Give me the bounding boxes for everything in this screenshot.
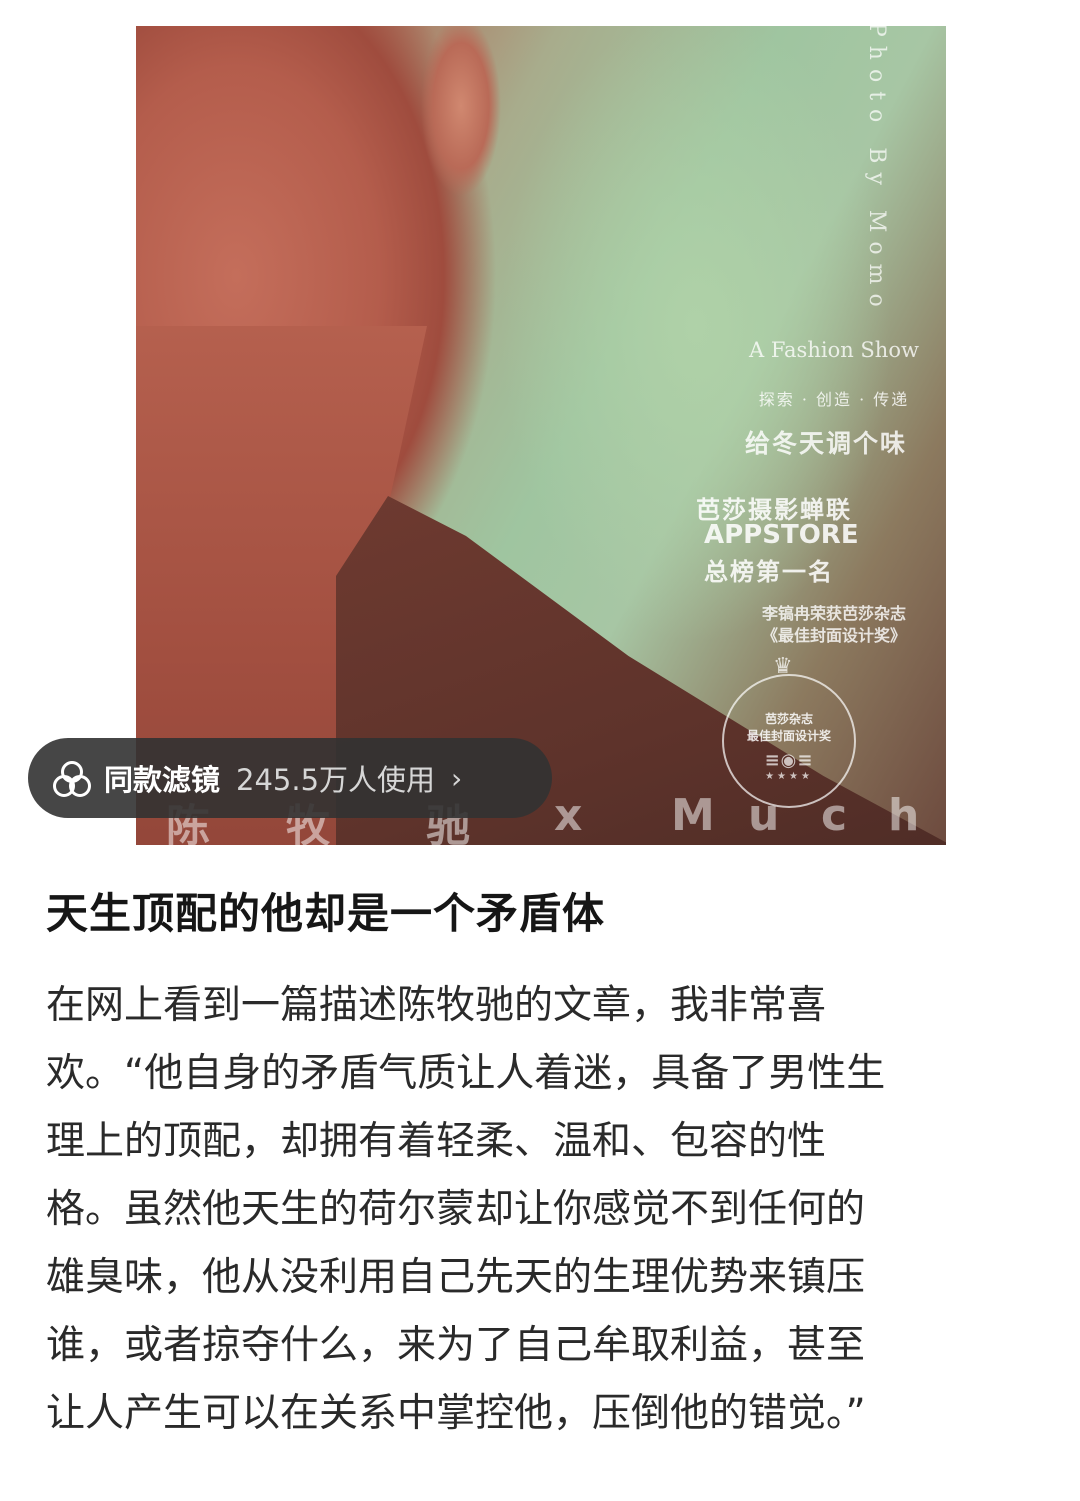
rank-line-2: APPSTORE (704, 520, 859, 550)
caption-char: x (554, 790, 583, 841)
post-photo[interactable]: Photo By Momo A Fashion Show 探索 · 创造 · 传… (136, 26, 946, 845)
article-line: 雄臭味，他从没利用自己先天的生理优势来镇压 (46, 1255, 866, 1300)
caption-char: c (821, 790, 848, 841)
filter-label: 同款滤镜 (104, 763, 221, 797)
award-line-2: 《最佳封面设计奖》 (761, 626, 906, 645)
article-title: 天生顶配的他却是一个矛盾体 (46, 889, 606, 938)
caption-char: h (888, 790, 920, 841)
caption-char: M (671, 790, 715, 841)
chevron-right-icon: › (451, 761, 463, 795)
article-line: 谁，或者掠夺什么，来为了自己牟取利益，甚至 (46, 1323, 866, 1368)
same-filter-button[interactable]: 同款滤镜 245.5万人使用 › (28, 738, 552, 818)
fashion-show-text: A Fashion Show (749, 338, 919, 362)
seal-stars-icon: ★★★★ (765, 771, 813, 782)
tagline-text: 给冬天调个味 (744, 429, 907, 458)
article-body: 在网上看到一篇描述陈牧驰的文章，我非常喜 欢。“他自身的矛盾气质让人着迷，具备了… (46, 972, 1036, 1448)
article-line: 格。虽然他天生的荷尔蒙却让你感觉不到任何的 (46, 1187, 866, 1232)
article-line: 理上的顶配，却拥有着轻柔、温和、包容的性 (46, 1119, 827, 1164)
article-line: 在网上看到一篇描述陈牧驰的文章，我非常喜 (46, 983, 827, 1028)
seal-line-1: 芭莎杂志 (764, 712, 813, 726)
caption-char: u (748, 790, 780, 841)
ear-area (421, 26, 511, 206)
filter-usage-count: 245.5万人使用 (236, 763, 436, 797)
slogan-text: 探索 · 创造 · 传递 (758, 390, 910, 409)
rank-line-3: 总榜第一名 (704, 558, 834, 586)
crown-icon: ♛ (773, 654, 793, 679)
article-line: 欢。“他自身的矛盾气质让人着迷，具备了男性生 (46, 1051, 886, 1096)
award-line-1: 李镐冉荣获芭莎杂志 (761, 604, 906, 623)
photo-credit-vertical: Photo By Momo (864, 26, 889, 316)
filter-circles-icon (52, 759, 91, 797)
seal-line-2: 最佳封面设计奖 (746, 729, 831, 743)
seal-emblem-icon: ≡◉≡ (764, 750, 814, 771)
award-seal: ♛ 芭莎杂志 最佳封面设计奖 ≡◉≡ ★★★★ (722, 654, 856, 808)
article-line: 让人产生可以在关系中掌控他，压倒他的错觉。” (46, 1391, 866, 1436)
